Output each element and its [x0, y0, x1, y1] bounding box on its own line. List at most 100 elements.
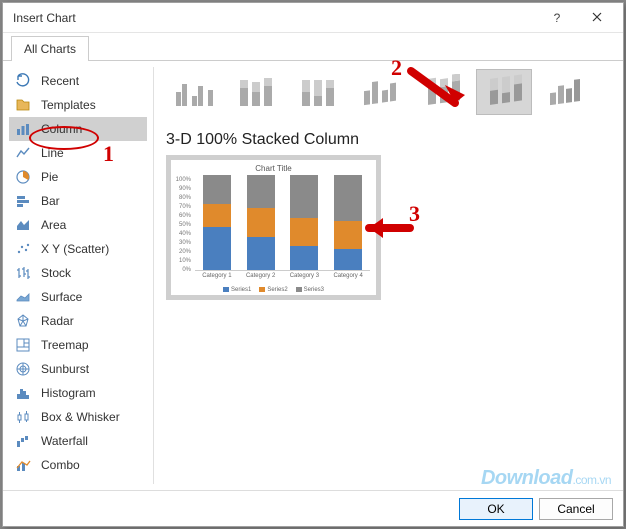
sidebar-item-stock[interactable]: Stock [9, 261, 147, 285]
bar-segment [247, 237, 275, 270]
scatter-chart-icon [15, 241, 31, 257]
subtype-3d-100-stacked-column[interactable] [476, 69, 532, 115]
y-tick: 20% [173, 249, 191, 255]
category-label: Category 1 [202, 273, 231, 279]
sidebar-item-pie[interactable]: Pie [9, 165, 147, 189]
sidebar-item-line[interactable]: Line [9, 141, 147, 165]
legend-item: Series3 [296, 287, 324, 293]
bar-segment [334, 249, 362, 270]
subtype-3d-column[interactable] [538, 69, 594, 115]
close-button[interactable] [577, 4, 617, 32]
bar-segment [334, 175, 362, 221]
sidebar-item-combo[interactable]: Combo [9, 453, 147, 477]
sidebar-item-label: Column [41, 122, 82, 136]
sidebar-item-label: Pie [41, 170, 58, 184]
help-icon: ? [554, 11, 561, 25]
y-tick: 60% [173, 213, 191, 219]
category-label: Category 4 [333, 273, 362, 279]
preview-legend: Series1 Series2 Series3 [223, 287, 324, 293]
help-button[interactable]: ? [537, 4, 577, 32]
chart-bar: Category 3 [290, 175, 318, 270]
sunburst-chart-icon [15, 361, 31, 377]
bar-segment [203, 175, 231, 203]
sidebar-item-label: Stock [41, 266, 71, 280]
y-tick: 90% [173, 186, 191, 192]
y-tick: 80% [173, 195, 191, 201]
legend-item: Series1 [223, 287, 251, 293]
sidebar-item-histogram[interactable]: Histogram [9, 381, 147, 405]
sidebar-item-treemap[interactable]: Treemap [9, 333, 147, 357]
line-chart-icon [15, 145, 31, 161]
chart-bar: Category 1 [203, 175, 231, 270]
dialog-title: Insert Chart [13, 11, 537, 25]
preview-y-axis: 100%90%80%70%60%50%40%30%20%10%0% [173, 175, 193, 285]
sidebar-item-radar[interactable]: Radar [9, 309, 147, 333]
bar-chart-icon [15, 193, 31, 209]
sidebar-item-label: Box & Whisker [41, 410, 120, 424]
tab-all-charts[interactable]: All Charts [11, 36, 89, 61]
sidebar-item-column[interactable]: Column [9, 117, 147, 141]
box-whisker-icon [15, 409, 31, 425]
sidebar-item-recent[interactable]: Recent [9, 69, 147, 93]
category-label: Category 3 [290, 273, 319, 279]
recent-icon [15, 73, 31, 89]
sidebar-item-label: Bar [41, 194, 60, 208]
sidebar-item-boxwhisker[interactable]: Box & Whisker [9, 405, 147, 429]
main-panel: 3-D 100% Stacked Column Chart Title 100%… [154, 61, 623, 490]
bar-segment [290, 175, 318, 218]
sidebar-item-sunburst[interactable]: Sunburst [9, 357, 147, 381]
sidebar-item-label: Surface [41, 290, 82, 304]
insert-chart-dialog: Insert Chart ? All Charts Recent [2, 2, 624, 527]
subtype-stacked-column[interactable] [228, 69, 284, 115]
y-tick: 70% [173, 204, 191, 210]
y-tick: 0% [173, 267, 191, 273]
sidebar-item-label: Templates [41, 98, 96, 112]
combo-chart-icon [15, 457, 31, 473]
treemap-chart-icon [15, 337, 31, 353]
column-chart-icon [15, 121, 31, 137]
bar-segment [290, 246, 318, 270]
y-tick: 100% [173, 177, 191, 183]
surface-chart-icon [15, 289, 31, 305]
titlebar: Insert Chart ? [3, 3, 623, 33]
pie-chart-icon [15, 169, 31, 185]
bar-segment [203, 227, 231, 270]
chart-preview[interactable]: Chart Title 100%90%80%70%60%50%40%30%20%… [166, 155, 381, 300]
area-chart-icon [15, 217, 31, 233]
ok-button[interactable]: OK [459, 498, 533, 520]
dialog-footer: OK Cancel [3, 490, 623, 526]
subtype-clustered-column[interactable] [166, 69, 222, 115]
subtype-3d-clustered-column[interactable] [352, 69, 408, 115]
waterfall-chart-icon [15, 433, 31, 449]
stock-chart-icon [15, 265, 31, 281]
sidebar-item-label: Waterfall [41, 434, 88, 448]
category-label: Category 2 [246, 273, 275, 279]
chart-bar: Category 2 [247, 175, 275, 270]
selected-subtype-name: 3-D 100% Stacked Column [166, 131, 613, 149]
dialog-content: Recent Templates Column Line [3, 61, 623, 490]
y-tick: 10% [173, 258, 191, 264]
templates-icon [15, 97, 31, 113]
preview-title: Chart Title [255, 164, 291, 173]
sidebar-item-bar[interactable]: Bar [9, 189, 147, 213]
tab-strip: All Charts [3, 33, 623, 61]
close-icon [592, 11, 602, 25]
radar-chart-icon [15, 313, 31, 329]
sidebar-item-area[interactable]: Area [9, 213, 147, 237]
bar-segment [203, 204, 231, 228]
sidebar-item-label: Histogram [41, 386, 96, 400]
histogram-chart-icon [15, 385, 31, 401]
sidebar-item-label: Recent [41, 74, 79, 88]
cancel-button[interactable]: Cancel [539, 498, 613, 520]
chart-bar: Category 4 [334, 175, 362, 270]
sidebar-item-scatter[interactable]: X Y (Scatter) [9, 237, 147, 261]
sidebar-item-templates[interactable]: Templates [9, 93, 147, 117]
sidebar-item-surface[interactable]: Surface [9, 285, 147, 309]
subtype-3d-stacked-column[interactable] [414, 69, 470, 115]
sidebar-item-label: Combo [41, 458, 80, 472]
sidebar-item-label: Line [41, 146, 64, 160]
chart-category-sidebar: Recent Templates Column Line [3, 61, 153, 490]
bar-segment [247, 208, 275, 236]
subtype-100-stacked-column[interactable] [290, 69, 346, 115]
sidebar-item-waterfall[interactable]: Waterfall [9, 429, 147, 453]
